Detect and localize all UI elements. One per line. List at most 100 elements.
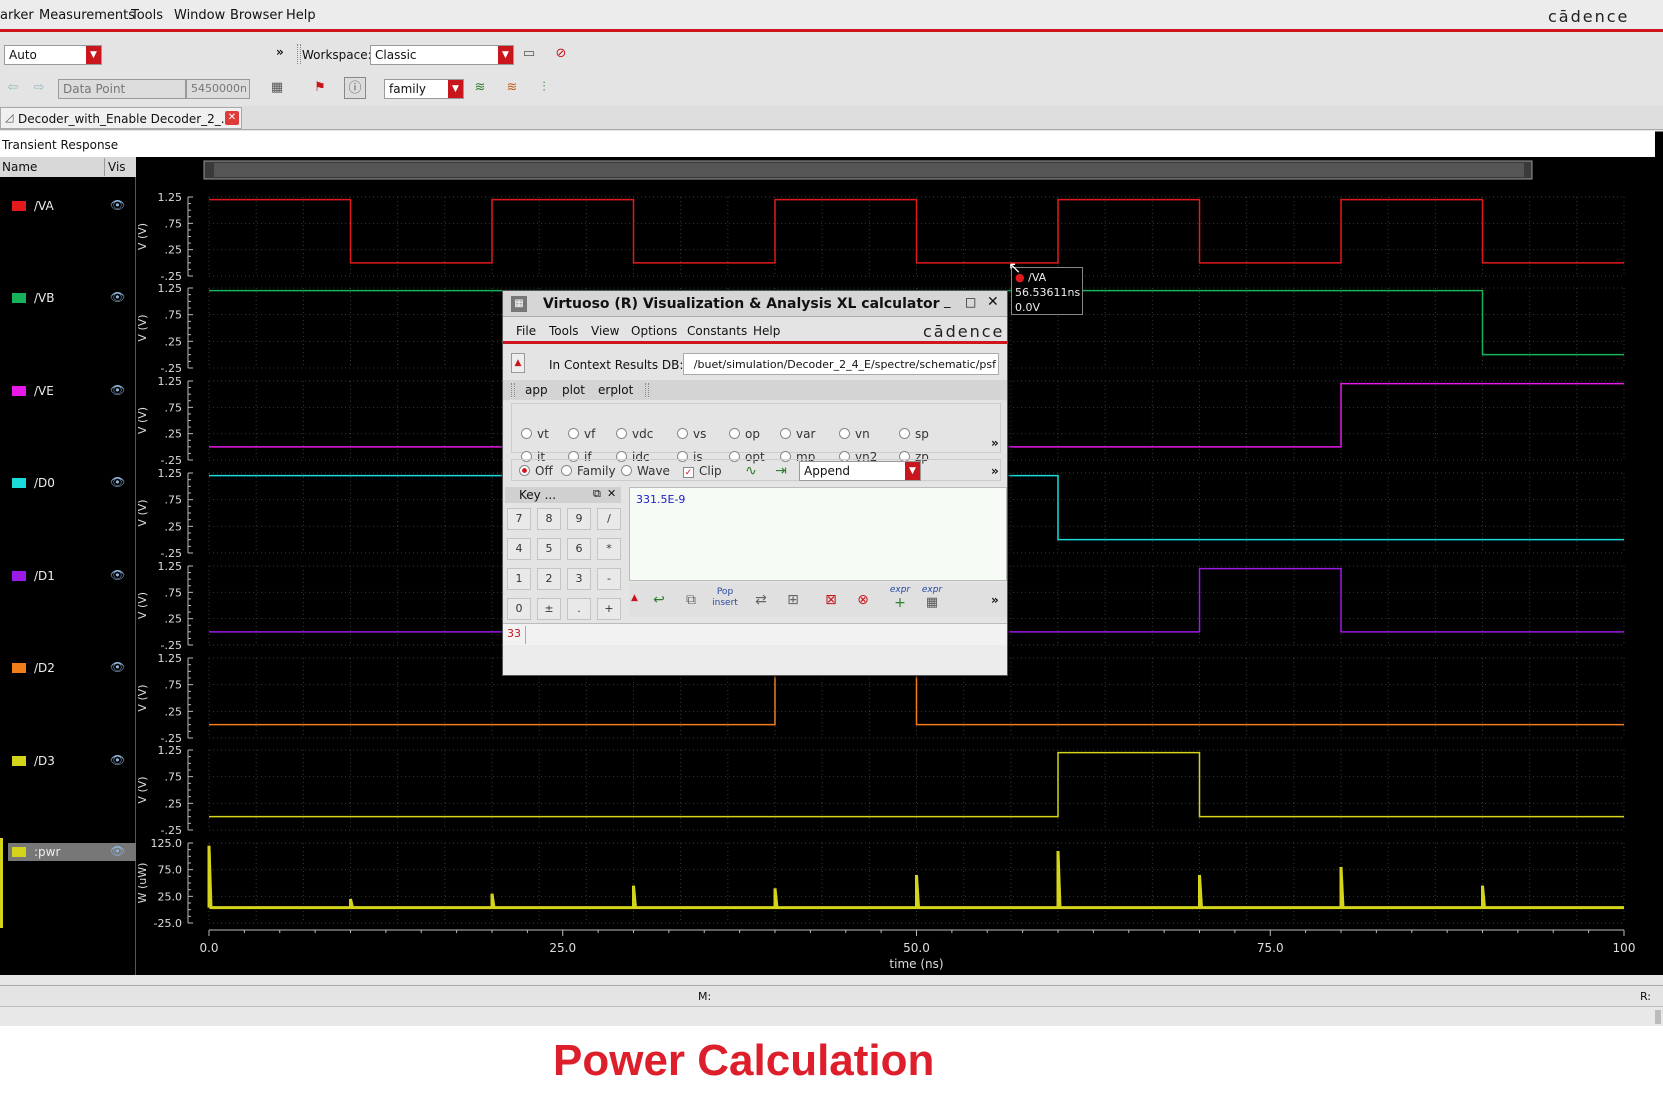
eye-icon[interactable]: 👁 bbox=[110, 844, 125, 858]
more-buffer-tools-icon[interactable]: » bbox=[991, 593, 999, 607]
db-expand-icon[interactable]: ▲ bbox=[511, 353, 525, 373]
calc-menu-tools[interactable]: Tools bbox=[549, 324, 579, 338]
eye-icon[interactable]: 👁 bbox=[110, 475, 125, 489]
calc-menu-constants[interactable]: Constants bbox=[687, 324, 747, 338]
swap-icon[interactable]: ⇄ bbox=[749, 588, 773, 612]
menu-tools[interactable]: Tools bbox=[131, 8, 163, 23]
calc-tab-erplot[interactable]: erplot bbox=[598, 383, 633, 397]
menu-window[interactable]: Window bbox=[174, 8, 225, 23]
signal-item-ve[interactable]: /VE 👁 bbox=[12, 382, 132, 400]
copy-icon[interactable]: ⧉ bbox=[679, 588, 703, 612]
info-icon[interactable]: ⓘ bbox=[344, 77, 366, 99]
append-combo[interactable]: Append ▼ bbox=[799, 461, 921, 481]
workspace-save-icon[interactable]: ▭ bbox=[518, 43, 540, 65]
menu-measurements[interactable]: Measurements bbox=[39, 8, 135, 23]
key-plus[interactable]: + bbox=[597, 598, 621, 620]
tab-decoder[interactable]: ◿ Decoder_with_Enable Decoder_2_... ✕ bbox=[0, 107, 242, 129]
key-divide[interactable]: / bbox=[597, 508, 621, 530]
signal-item-vb[interactable]: /VB 👁 bbox=[12, 289, 132, 307]
mode-off[interactable]: Off bbox=[519, 464, 553, 478]
key-9[interactable]: 9 bbox=[567, 508, 591, 530]
overflow-chevron-icon[interactable]: » bbox=[276, 45, 284, 59]
key-minus[interactable]: - bbox=[597, 568, 621, 590]
fn-vn[interactable]: vn bbox=[839, 427, 870, 441]
fn-vf[interactable]: vf bbox=[568, 427, 595, 441]
signal-item-d0[interactable]: /D0 👁 bbox=[12, 474, 132, 492]
buffer-expand-icon[interactable]: ▲ bbox=[631, 593, 638, 603]
signal-item-pwr[interactable]: :pwr 👁 bbox=[8, 843, 136, 861]
family-combo[interactable]: family ▼ bbox=[384, 79, 464, 99]
tab-close-icon[interactable]: ✕ bbox=[225, 111, 239, 125]
workspace-combo[interactable]: Classic ▼ bbox=[370, 45, 514, 65]
signal-item-d3[interactable]: /D3 👁 bbox=[12, 752, 132, 770]
wave-stack-icon[interactable]: ⫶ bbox=[533, 77, 555, 99]
mode-wave[interactable]: Wave bbox=[621, 464, 670, 478]
back-arrow-icon[interactable]: ⇦ bbox=[2, 77, 24, 99]
signal-item-d2[interactable]: /D2 👁 bbox=[12, 659, 132, 677]
key-multiply[interactable]: * bbox=[597, 538, 621, 560]
db-path-field[interactable]: /buet/simulation/Decoder_2_4_E/spectre/s… bbox=[683, 353, 999, 375]
calc-tab-plot[interactable]: plot bbox=[562, 383, 585, 397]
forward-arrow-icon[interactable]: ⇨ bbox=[28, 77, 50, 99]
fn-vdc[interactable]: vdc bbox=[616, 427, 653, 441]
mode-combo[interactable]: Auto ▼ bbox=[4, 45, 102, 65]
calc-menu-options[interactable]: Options bbox=[631, 324, 677, 338]
vis-column-header[interactable]: Vis bbox=[108, 160, 126, 174]
pop-insert-button[interactable]: Pop insert bbox=[711, 587, 739, 609]
key-6[interactable]: 6 bbox=[567, 538, 591, 560]
eye-icon[interactable]: 👁 bbox=[110, 290, 125, 304]
maximize-icon[interactable]: □ bbox=[965, 295, 976, 309]
clear-icon[interactable]: ⊠ bbox=[819, 588, 843, 612]
key-1[interactable]: 1 bbox=[507, 568, 531, 590]
scroll-thumb[interactable] bbox=[1655, 1010, 1661, 1024]
eye-icon[interactable]: 👁 bbox=[110, 753, 125, 767]
key-3[interactable]: 3 bbox=[567, 568, 591, 590]
signal-item-va[interactable]: /VA 👁 bbox=[12, 197, 132, 215]
clip-checkbox[interactable]: ✓ Clip bbox=[683, 464, 722, 478]
more-options-icon[interactable]: » bbox=[991, 464, 999, 478]
mode-family[interactable]: Family bbox=[561, 464, 616, 478]
calc-menu-view[interactable]: View bbox=[591, 324, 619, 338]
key-2[interactable]: 2 bbox=[537, 568, 561, 590]
key-plus-minus[interactable]: ± bbox=[537, 598, 561, 620]
wave-icon[interactable]: ≋ bbox=[469, 77, 491, 99]
send-to-plot-icon[interactable]: ⇥ bbox=[769, 459, 793, 483]
calc-menu-file[interactable]: File bbox=[516, 324, 536, 338]
flag-icon[interactable]: ⚑ bbox=[309, 77, 331, 99]
keypad-close-icon[interactable]: ✕ bbox=[607, 487, 616, 500]
calculator-icon[interactable]: ▦ bbox=[266, 77, 288, 99]
fn-vs[interactable]: vs bbox=[677, 427, 706, 441]
menu-browser[interactable]: Browser bbox=[230, 8, 283, 23]
key-5[interactable]: 5 bbox=[537, 538, 561, 560]
clear-all-icon[interactable]: ⊗ bbox=[851, 588, 875, 612]
wave-family-icon[interactable]: ≋ bbox=[501, 77, 523, 99]
signal-item-d1[interactable]: /D1 👁 bbox=[12, 567, 132, 585]
expr-add-button[interactable]: expr + bbox=[887, 585, 913, 611]
datapoint-value-field[interactable]: 5450000n bbox=[186, 79, 250, 99]
expr-table-button[interactable]: expr ▦ bbox=[919, 585, 945, 610]
calc-menu-help[interactable]: Help bbox=[753, 324, 780, 338]
more-functions-icon[interactable]: » bbox=[991, 436, 999, 450]
expression-buffer[interactable]: 331.5E-9 bbox=[629, 487, 1007, 581]
undock-icon[interactable]: ⧉ bbox=[593, 487, 601, 501]
name-column-header[interactable]: Name bbox=[2, 160, 37, 174]
key-4[interactable]: 4 bbox=[507, 538, 531, 560]
stack-icon[interactable]: ⊞ bbox=[781, 588, 805, 612]
undo-icon[interactable]: ↩ bbox=[647, 588, 671, 612]
stack-field[interactable]: 33 bbox=[503, 623, 1007, 645]
menu-marker[interactable]: arker bbox=[0, 8, 34, 23]
key-decimal[interactable]: . bbox=[567, 598, 591, 620]
eye-icon[interactable]: 👁 bbox=[110, 660, 125, 674]
key-0[interactable]: 0 bbox=[507, 598, 531, 620]
eye-icon[interactable]: 👁 bbox=[110, 383, 125, 397]
minimize-icon[interactable]: _ bbox=[944, 294, 951, 309]
calc-tab-app[interactable]: app bbox=[525, 383, 548, 397]
datapoint-combo[interactable]: Data Point bbox=[58, 79, 186, 99]
fn-var[interactable]: var bbox=[780, 427, 815, 441]
workspace-delete-icon[interactable]: ⊘ bbox=[550, 43, 572, 65]
eye-icon[interactable]: 👁 bbox=[110, 568, 125, 582]
key-8[interactable]: 8 bbox=[537, 508, 561, 530]
plot-wave-icon[interactable]: ∿ bbox=[739, 459, 763, 483]
eye-icon[interactable]: 👁 bbox=[110, 198, 125, 212]
fn-sp[interactable]: sp bbox=[899, 427, 929, 441]
